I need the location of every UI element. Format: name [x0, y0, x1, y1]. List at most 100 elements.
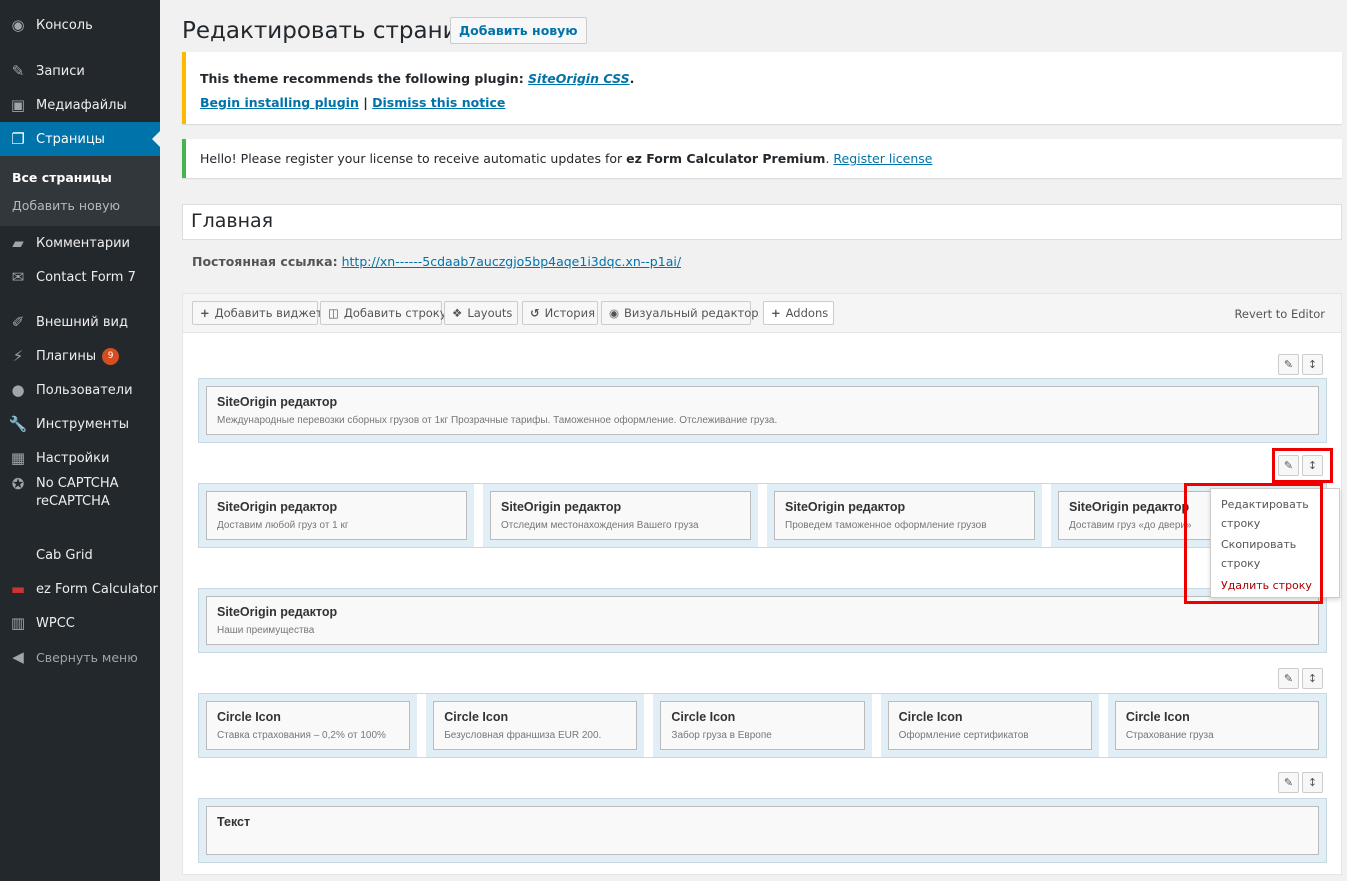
button-label: Layouts: [467, 306, 513, 320]
row-edit-wrench-icon[interactable]: ✎: [1278, 668, 1299, 689]
sidebar-item-label: Свернуть меню: [36, 649, 138, 665]
widget-title: SiteOrigin редактор: [501, 500, 622, 514]
row-cell: SiteOrigin редактор Отследим местонахожде…: [483, 484, 767, 547]
row-edit-wrench-icon[interactable]: ✎: [1278, 772, 1299, 793]
sidebar-item-10[interactable]: 🔧 Инструменты: [0, 407, 160, 441]
sidebar-item-11[interactable]: ▦ Настройки: [0, 441, 160, 475]
pages-submenu: Все страницы Добавить новую: [0, 156, 160, 226]
widget[interactable]: Текст: [206, 806, 1319, 855]
widget[interactable]: Circle Icon Оформление сертификатов: [887, 701, 1092, 750]
widget[interactable]: SiteOrigin редактор Наши преимущества: [206, 596, 1319, 645]
page-title: Редактировать страницу: [182, 18, 487, 44]
row-move-icon[interactable]: ↕: [1302, 354, 1323, 375]
widget-title: Текст: [217, 815, 251, 829]
sidebar-item-14[interactable]: ▬ ez Form Calculator: [0, 572, 160, 606]
toolbar-button-5[interactable]: ◉ Визуальный редактор: [601, 301, 759, 325]
toolbar-button-1[interactable]: + Добавить виджет: [192, 301, 323, 325]
notice-dot: .: [629, 71, 635, 86]
widget-title: Circle Icon: [1125, 710, 1190, 724]
sidebar-item-label: No CAPTCHA reCAPTCHA: [36, 476, 119, 509]
sidebar-item-4[interactable]: ❐ Страницы: [0, 122, 160, 156]
button-label: Добавить строку: [343, 306, 447, 320]
sidebar-item-3[interactable]: ▣ Медиафайлы: [0, 88, 160, 122]
widget[interactable]: Circle Icon Страхование груза: [1114, 701, 1320, 750]
button-icon: +: [771, 306, 781, 320]
row-cell: SiteOrigin редактор Международные перевоз…: [199, 379, 1326, 442]
row-cell: Circle Icon Страхование груза: [1107, 694, 1327, 757]
permalink-label: Постоянная ссылка:: [192, 254, 338, 269]
widget-description: Доставим любой груз от 1 кг: [217, 520, 349, 531]
row-move-icon[interactable]: ↕: [1302, 772, 1323, 793]
submenu-item[interactable]: Добавить новую: [0, 191, 160, 219]
sidebar-item-9[interactable]: ● Пользователи: [0, 373, 160, 407]
row-move-icon[interactable]: ↕: [1302, 455, 1323, 476]
notice-text: This theme recommends the following plug…: [200, 71, 529, 86]
sidebar-item-1[interactable]: ◉ Консоль: [0, 8, 160, 42]
sidebar-item-label: Инструменты: [36, 416, 130, 432]
row-edit-wrench-icon[interactable]: ✎: [1278, 455, 1299, 476]
row-cell: Circle Icon Безусловная франшиза EUR 200.: [426, 694, 654, 757]
widget-description: Наши преимущества: [217, 625, 315, 636]
sidebar-item-15[interactable]: ▥ WPCC: [0, 606, 160, 640]
toolbar-button-6[interactable]: + Addons: [763, 301, 834, 325]
row-cell: Circle Icon Ставка страхования – 0,2% от …: [199, 694, 427, 757]
widget-description: Оформление сертификатов: [898, 730, 1029, 741]
toolbar-button-4[interactable]: ↺ История: [522, 301, 598, 325]
calculator-icon: ▥: [10, 614, 26, 632]
add-new-button[interactable]: Добавить новую: [450, 17, 587, 44]
sidebar-item-label: Contact Form 7: [36, 269, 136, 285]
widget-description: Отследим местонахождения Вашего груза: [501, 520, 699, 531]
sidebar-item-label: WPCC: [36, 615, 75, 631]
register-license-link[interactable]: Register license: [833, 151, 932, 166]
widget-description: Проведем таможенное оформление грузов: [785, 520, 987, 531]
widget[interactable]: SiteOrigin редактор Доставим любой груз о…: [206, 491, 467, 540]
submenu-item[interactable]: Все страницы: [0, 163, 160, 191]
widget-title: SiteOrigin редактор: [217, 500, 338, 514]
button-icon: ↺: [530, 306, 540, 320]
pin-icon: ✎: [11, 62, 25, 80]
toolbar-button-3[interactable]: ❖ Layouts: [444, 301, 518, 325]
sidebar-item-7[interactable]: ✐ Внешний вид: [0, 305, 160, 339]
admin-sidebar: ◉ Консоль ✎ Записи ▣ Медиафайлы ❐ Страницы ▰ Комм…: [0, 0, 160, 881]
sidebar-item-12[interactable]: ✪ No CAPTCHA reCAPTCHA: [0, 475, 160, 515]
sidebar-item-13[interactable]: Cab Grid: [0, 538, 160, 572]
sidebar-item-8[interactable]: ⚡ Плагины 9: [0, 339, 160, 373]
page-title-input[interactable]: Главная: [182, 204, 1342, 240]
widget-title: Circle Icon: [217, 710, 281, 724]
row-cell: SiteOrigin редактор Доставим любой груз о…: [199, 484, 483, 547]
mail-icon: ✉: [11, 268, 25, 286]
dismiss-notice-link[interactable]: Dismiss this notice: [372, 95, 505, 110]
widget[interactable]: SiteOrigin редактор Международные перевоз…: [206, 386, 1319, 435]
sidebar-item-16[interactable]: ◀ Свернуть меню: [0, 640, 160, 674]
button-icon: ◫: [328, 306, 339, 320]
widget[interactable]: Circle Icon Забор груза в Европе: [660, 701, 865, 750]
plugin-link[interactable]: SiteOrigin CSS: [528, 71, 630, 86]
row-cell: Circle Icon Оформление сертификатов: [880, 694, 1108, 757]
sidebar-item-6[interactable]: ✉ Contact Form 7: [0, 260, 160, 294]
delete-row-menu-item[interactable]: Удалить строку: [1221, 576, 1329, 595]
revert-to-editor-button[interactable]: Revert to Editor: [1234, 307, 1325, 321]
row-move-icon[interactable]: ↕: [1302, 668, 1323, 689]
toolbar-button-2[interactable]: ◫ Добавить строку: [320, 301, 447, 325]
copy-row-menu-item[interactable]: Скопировать строку: [1221, 535, 1329, 573]
sidebar-item-2[interactable]: ✎ Записи: [0, 54, 160, 88]
widget-description: Международные перевозки сборных грузов о…: [217, 415, 778, 426]
collapse-icon: ◀: [12, 648, 24, 666]
widget[interactable]: Circle Icon Безусловная франшиза EUR 200.: [433, 701, 638, 750]
separator: |: [358, 95, 373, 110]
widget-title: SiteOrigin редактор: [785, 500, 906, 514]
sidebar-item-label: Консоль: [36, 17, 93, 33]
row-edit-wrench-icon[interactable]: ✎: [1278, 354, 1299, 375]
appearance-icon: ✐: [11, 313, 25, 331]
row-context-menu: Редактировать строку Скопировать строку Уд…: [1210, 488, 1340, 598]
widget[interactable]: SiteOrigin редактор Отследим местонахожде…: [490, 491, 751, 540]
button-icon: ◉: [609, 306, 620, 320]
widget[interactable]: SiteOrigin редактор Проведем таможенное о…: [774, 491, 1035, 540]
permalink-url[interactable]: http://xn------5cdaab7auczgjo5bp4aqe1i3d…: [342, 254, 681, 269]
edit-row-menu-item[interactable]: Редактировать строку: [1221, 495, 1329, 533]
install-plugin-link[interactable]: Begin installing plugin: [200, 95, 359, 110]
dashboard-icon: ◉: [11, 16, 25, 34]
sidebar-item-5[interactable]: ▰ Комментарии: [0, 226, 160, 260]
widget[interactable]: Circle Icon Ставка страхования – 0,2% от …: [206, 701, 411, 750]
button-label: Визуальный редактор: [624, 306, 759, 320]
